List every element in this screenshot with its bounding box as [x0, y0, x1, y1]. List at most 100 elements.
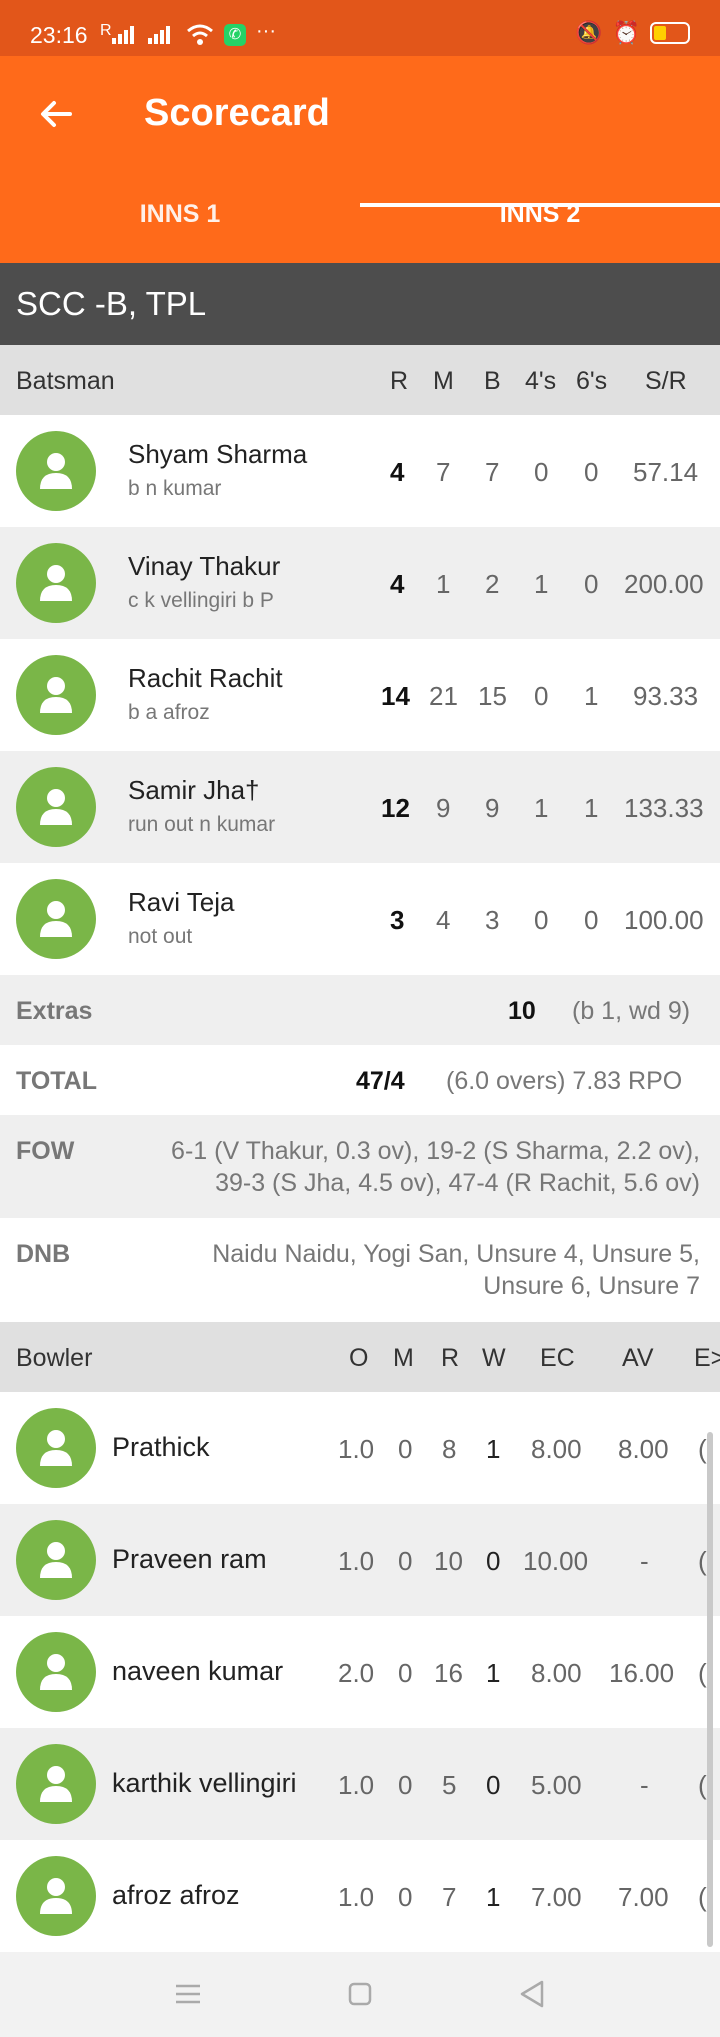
battery-icon: [650, 22, 690, 44]
sixes: 1: [584, 681, 599, 711]
team-name: SCC -B, TPL: [16, 285, 207, 322]
extras-label: Extras: [16, 997, 93, 1025]
batsman-row[interactable]: Shyam Sharma b n kumar 4 7 7 0 0 57.14: [0, 415, 720, 527]
bowler-name: afroz afroz: [112, 1880, 240, 1910]
fours: 0: [534, 681, 549, 711]
maidens: 0: [398, 1434, 413, 1464]
balls: 9: [485, 793, 500, 823]
dnb-label: DNB: [16, 1240, 71, 1268]
status-bar: 23:16 R ✆ ··· 🔕 ⏰: [0, 0, 720, 56]
bowler-heading: Bowler: [16, 1344, 93, 1372]
runs-conceded: 10: [434, 1546, 463, 1576]
balls: 2: [485, 569, 500, 599]
bowling-header: Bowler O M R W EC AV E>: [0, 1322, 720, 1392]
economy: 7.00: [531, 1882, 582, 1912]
scrollbar[interactable]: [707, 1432, 713, 1947]
fours: 0: [534, 457, 549, 487]
col-extras: E>: [694, 1344, 720, 1372]
runs: 14: [381, 681, 410, 711]
fow-line-2: 39-3 (S Jha, 4.5 ov), 47-4 (R Rachit, 5.…: [215, 1169, 700, 1197]
extras-detail: (b 1, wd 9): [572, 997, 691, 1025]
col-runs-conceded: R: [441, 1344, 460, 1372]
bowler-row[interactable]: afroz afroz 1.0 0 7 1 7.00 7.00 (: [0, 1840, 720, 1952]
dismissal-text: b a afroz: [128, 701, 210, 724]
maidens: 0: [398, 1882, 413, 1912]
fow-row: FOW 6-1 (V Thakur, 0.3 ov), 19-2 (S Shar…: [0, 1115, 720, 1218]
signal-label: R: [100, 22, 112, 39]
col-sixes: 6's: [576, 367, 608, 395]
overs: 1.0: [338, 1434, 375, 1464]
menu-icon[interactable]: [168, 1974, 208, 2014]
alarm-icon: ⏰: [612, 20, 640, 45]
avatar-icon: [16, 767, 96, 847]
total-detail: (6.0 overs) 7.83 RPO: [446, 1067, 683, 1095]
extras: (: [698, 1882, 707, 1912]
batsman-row[interactable]: Samir Jha† run out n kumar 12 9 9 1 1 13…: [0, 751, 720, 863]
runs: 3: [390, 905, 405, 935]
economy: 8.00: [531, 1658, 582, 1688]
maidens: 0: [398, 1770, 413, 1800]
team-header: SCC -B, TPL: [0, 263, 720, 345]
batsman-heading: Batsman: [16, 367, 115, 395]
total-row: TOTAL 47/4 (6.0 overs) 7.83 RPO: [0, 1045, 720, 1115]
wickets: 1: [486, 1658, 501, 1688]
col-fours: 4's: [525, 367, 557, 395]
batsman-row[interactable]: Vinay Thakur c k vellingiri b P 4 1 2 1 …: [0, 527, 720, 639]
strike-rate: 93.33: [633, 681, 699, 711]
balls: 3: [485, 905, 500, 935]
batsman-name: Ravi Teja: [128, 887, 235, 917]
bowler-row[interactable]: karthik vellingiri 1.0 0 5 0 5.00 - (: [0, 1728, 720, 1840]
overs: 1.0: [338, 1882, 375, 1912]
dismissal-text: not out: [128, 925, 193, 948]
average: -: [640, 1546, 649, 1576]
col-strike-rate: S/R: [645, 367, 687, 395]
economy: 5.00: [531, 1770, 582, 1800]
bowler-name: naveen kumar: [112, 1656, 284, 1686]
strike-rate: 57.14: [633, 457, 699, 487]
col-economy: EC: [540, 1344, 575, 1372]
runs-conceded: 8: [442, 1434, 457, 1464]
runs: 4: [390, 569, 405, 599]
tab-indicator: [360, 203, 720, 207]
tab-inns-1[interactable]: INNS 1: [0, 200, 360, 260]
home-icon[interactable]: [340, 1974, 380, 2014]
dismissal-text: c k vellingiri b P: [128, 589, 274, 612]
col-maidens: M: [393, 1344, 414, 1372]
batsman-row[interactable]: Ravi Teja not out 3 4 3 0 0 100.00: [0, 863, 720, 975]
maidens: 0: [398, 1658, 413, 1688]
wickets: 0: [486, 1770, 501, 1800]
fow-line-1: 6-1 (V Thakur, 0.3 ov), 19-2 (S Sharma, …: [171, 1137, 700, 1165]
system-nav-bar: [0, 1952, 720, 2037]
dnb-line-2: Unsure 6, Unsure 7: [483, 1272, 700, 1300]
overs: 1.0: [338, 1770, 375, 1800]
sixes: 0: [584, 457, 599, 487]
bowler-row[interactable]: naveen kumar 2.0 0 16 1 8.00 16.00 (: [0, 1616, 720, 1728]
batsman-row[interactable]: Rachit Rachit b a afroz 14 21 15 0 1 93.…: [0, 639, 720, 751]
extras: (: [698, 1770, 707, 1800]
tab-inns-2[interactable]: INNS 2: [360, 200, 720, 260]
avatar-icon: [16, 1408, 96, 1488]
sixes: 0: [584, 905, 599, 935]
average: 8.00: [618, 1434, 669, 1464]
col-balls: B: [484, 367, 501, 395]
batsman-name: Rachit Rachit: [128, 663, 283, 693]
minutes: 7: [436, 457, 451, 487]
wickets: 1: [486, 1882, 501, 1912]
col-minutes: M: [433, 367, 454, 395]
signal-icon: [112, 26, 170, 44]
mute-icon: 🔕: [575, 20, 603, 45]
back-nav-icon[interactable]: [512, 1974, 552, 2014]
bowler-name: Praveen ram: [112, 1544, 267, 1574]
strike-rate: 200.00: [624, 569, 704, 599]
fours: 0: [534, 905, 549, 935]
bowler-row[interactable]: Praveen ram 1.0 0 10 0 10.00 - (: [0, 1504, 720, 1616]
average: 7.00: [618, 1882, 669, 1912]
back-arrow-icon[interactable]: [36, 94, 76, 134]
bowler-row[interactable]: Prathick 1.0 0 8 1 8.00 8.00 (: [0, 1392, 720, 1504]
avatar-icon: [16, 543, 96, 623]
status-time: 23:16: [30, 22, 88, 48]
avatar-icon: [16, 431, 96, 511]
bowler-name: karthik vellingiri: [112, 1768, 297, 1798]
total-value: 47/4: [356, 1067, 405, 1095]
fours: 1: [534, 569, 549, 599]
